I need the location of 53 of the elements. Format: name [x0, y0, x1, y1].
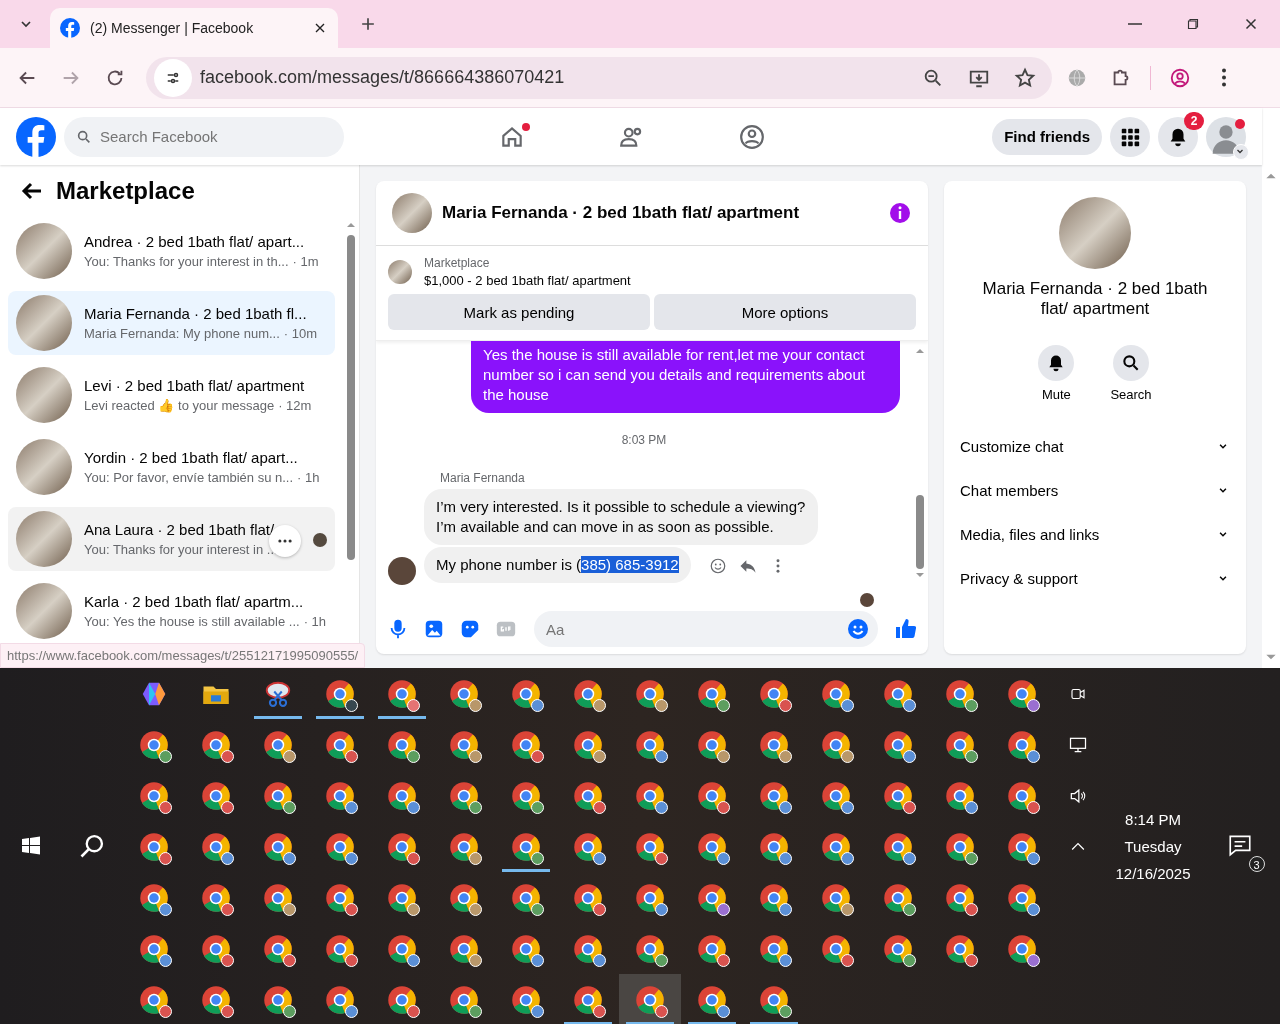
chat-title: Maria Fernanda · 2 bed 1bath flat/ apartment	[981, 279, 1209, 319]
message-time: · 12m	[278, 398, 312, 413]
message-preview: Levi reacted 👍 to your message	[84, 398, 275, 413]
notification-count: 3	[1248, 855, 1265, 872]
conversation-title: Yordin · 2 bed 1bath flat/ apart...	[84, 449, 299, 466]
section-header[interactable]: Customize chat	[960, 424, 1230, 468]
message-field[interactable]: Aa	[534, 611, 878, 647]
message-bubble: I’m very interested. Is it possible to schedule a viewing? I’m available and can move in as soon as possible.	[424, 489, 818, 545]
url-text: facebook.com/messages/t/866664386070421	[200, 67, 566, 88]
message-bubble: Yes the house is still available for rent,let me your contact number so i can send you details and requirements about the house	[471, 341, 900, 413]
listing-label: Marketplace	[424, 256, 491, 270]
search-field[interactable]: Search Facebook	[64, 116, 344, 157]
clock-time: 8:14 PM	[1125, 811, 1181, 828]
message-bubble: My phone number is (385) 685-3912	[424, 547, 691, 583]
conversation-item[interactable]: Yordin · 2 bed 1bath flat/ apart... You: Por favor, envíe también su n... · 1h	[8, 435, 335, 499]
find-friends-button[interactable]: Find friends	[992, 118, 1102, 155]
clock-date: 12/16/2025	[1115, 865, 1191, 882]
listing-title: $1,000 - 2 bed 1bath flat/ apartment	[424, 273, 631, 288]
conversation-item[interactable]: Maria Fernanda · 2 bed 1bath fl... Maria Fernanda: My phone num... · 10m	[8, 291, 335, 355]
clock[interactable]: 8:14 PM Tuesday 12/16/2025	[1103, 770, 1203, 923]
message-preview: You: Yes the house is still available ...	[84, 614, 300, 629]
message-time: · 1h	[297, 470, 320, 485]
section-header[interactable]: Privacy & support	[960, 556, 1230, 600]
message-time: · 1h	[303, 614, 327, 629]
address-bar[interactable]: facebook.com/messages/t/866664386070421	[146, 56, 1052, 99]
section-header[interactable]: Media, files and links	[960, 512, 1230, 556]
message-preview: You: Thanks for your interest in ...	[84, 542, 278, 557]
message-preview: You: Thanks for your interest in th...	[84, 254, 289, 269]
conversation-title: Karla · 2 bed 1bath flat/ apartm...	[84, 593, 305, 610]
conversation-item[interactable]: Ana Laura · 2 bed 1bath flat/ You: Thanks for your interest in ...	[8, 507, 335, 571]
message-preview: Maria Fernanda: My phone num...	[84, 326, 280, 341]
listing-action-button[interactable]: Mark as pending	[388, 294, 650, 330]
message-timestamp: 8:03 PM	[621, 433, 667, 447]
message-time: · 10m	[283, 326, 318, 341]
conversation-item[interactable]: Karla · 2 bed 1bath flat/ apartm... You: Yes the house is still available ... · 1h	[8, 579, 335, 643]
listing-action-button[interactable]: More options	[654, 294, 916, 330]
conversation-title: Maria Fernanda · 2 bed 1bath fl...	[84, 305, 308, 322]
browser-tab[interactable]: (2) Messenger | Facebook	[50, 8, 338, 48]
tab-title: (2) Messenger | Facebook	[90, 20, 255, 36]
conversation-title: Andrea · 2 bed 1bath flat/ apart...	[84, 233, 306, 250]
sender-name: Maria Fernanda	[440, 471, 526, 485]
marketplace-heading: Marketplace	[56, 177, 195, 205]
section-header[interactable]: Chat members	[960, 468, 1230, 512]
message-time: · 1m	[292, 254, 319, 269]
chat-title: Maria Fernanda · 2 bed 1bath flat/ apartment	[442, 203, 801, 223]
conversation-title: Ana Laura · 2 bed 1bath flat/	[84, 521, 276, 538]
message-preview: You: Por favor, envíe también su n...	[84, 470, 294, 485]
notification-count: 2	[1184, 111, 1204, 130]
conversation-title: Levi · 2 bed 1bath flat/ apartment	[84, 377, 306, 394]
clock-day: Tuesday	[1124, 838, 1182, 855]
conversation-item[interactable]: Andrea · 2 bed 1bath flat/ apart... You: Thanks for your interest in th... · 1m	[8, 219, 335, 283]
link-preview-url: https://www.facebook.com/messages/t/25512171995090555/	[0, 643, 366, 668]
conversation-item[interactable]: Levi · 2 bed 1bath flat/ apartment Levi reacted 👍 to your message · 12m	[8, 363, 335, 427]
